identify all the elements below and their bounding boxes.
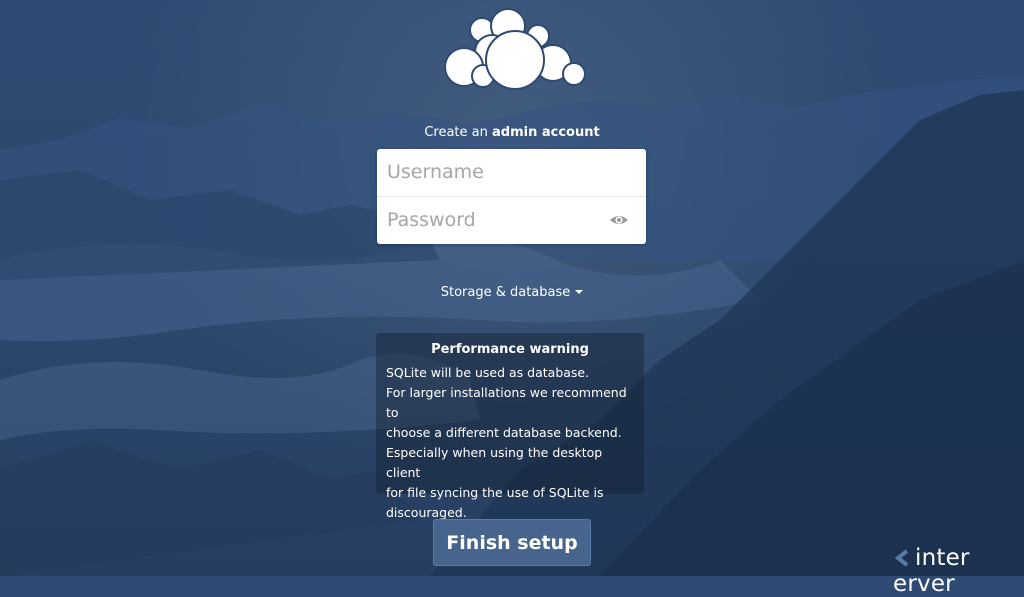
storage-database-toggle[interactable]: Storage & database	[0, 285, 1024, 300]
caret-down-icon	[575, 290, 584, 294]
warning-heading: Performance warning	[431, 342, 589, 357]
username-input[interactable]	[377, 149, 646, 195]
title-bold: admin account	[491, 125, 600, 140]
chevron-logo-icon	[893, 547, 911, 567]
login-fields	[377, 149, 646, 244]
page-title: Create an admin account	[0, 125, 1024, 140]
eye-icon[interactable]	[609, 212, 629, 228]
warning-line: For larger installations we recommend to	[386, 385, 627, 420]
warning-line: SQLite will be used as database.	[386, 365, 590, 380]
watermark-text-1: inter	[915, 545, 970, 571]
cloud-logo-icon	[444, 8, 586, 90]
warning-line: Especially when using the desktop client	[386, 445, 603, 480]
warning-line: choose a different database backend.	[386, 425, 622, 440]
finish-setup-button[interactable]: Finish setup	[433, 519, 591, 566]
password-input[interactable]	[377, 197, 646, 243]
interserver-watermark: intererver	[893, 545, 1021, 597]
watermark-text-2: erver	[893, 571, 955, 597]
performance-warning: Performance warning SQLite will be used …	[376, 333, 644, 520]
warning-line: for file syncing the use of SQLite is	[386, 485, 604, 500]
title-prefix: Create an	[424, 125, 492, 140]
storage-label: Storage & database	[440, 285, 571, 300]
